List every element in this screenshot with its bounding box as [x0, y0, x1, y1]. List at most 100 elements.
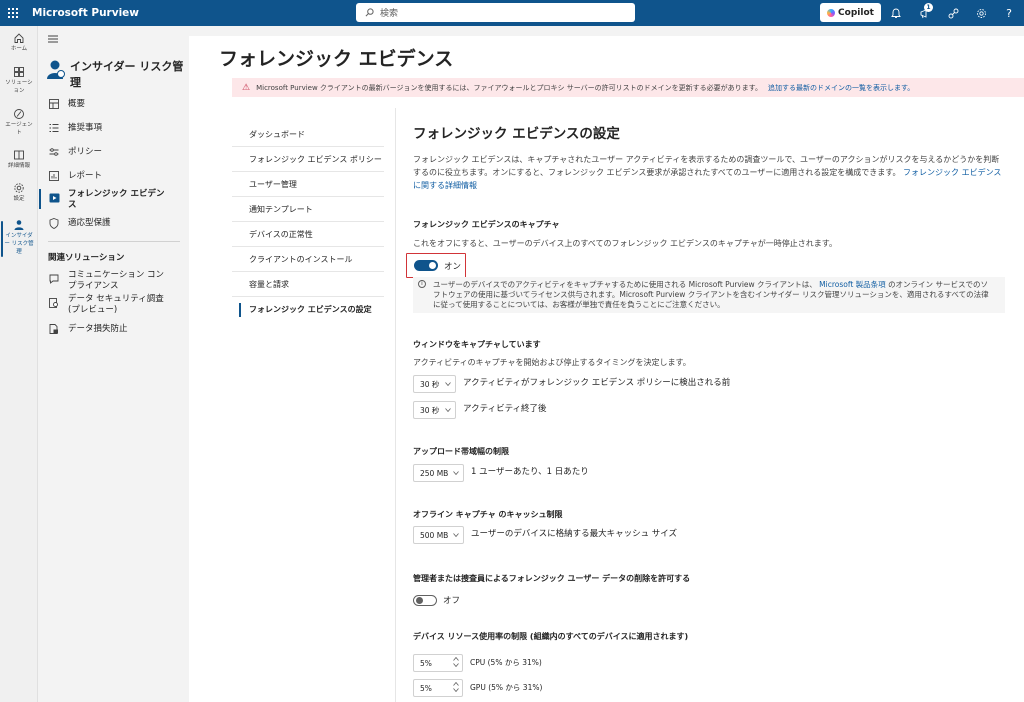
cpu-limit-label: CPU (5% から 31%)	[470, 658, 542, 667]
nav-related-heading: 関連ソリューション	[48, 253, 125, 263]
gear-icon	[14, 183, 24, 193]
copilot-label: Copilot	[838, 7, 874, 18]
cpu-limit-input[interactable]: 5%	[413, 654, 463, 672]
capture-toggle-highlight: オン	[406, 253, 466, 278]
copilot-button[interactable]: Copilot	[820, 3, 881, 22]
connections-icon[interactable]	[944, 4, 962, 22]
chevron-down-icon	[445, 382, 451, 387]
settings-description: フォレンジック エビデンスは、キャプチャされたユーザー アクティビティを表示する…	[413, 153, 1005, 192]
rail-home-label: ホーム	[10, 46, 28, 52]
subnav-item-settings[interactable]: フォレンジック エビデンスの設定	[232, 297, 384, 322]
warning-link[interactable]: 追加する最新のドメインの一覧を表示します。	[768, 83, 914, 93]
capture-heading: フォレンジック エビデンスのキャプチャ	[413, 220, 560, 229]
settings-gear-icon[interactable]	[972, 4, 990, 22]
subnav-item-device-health[interactable]: デバイスの正常性	[232, 222, 384, 247]
nav-item-adaptive-protection[interactable]: 適応型保護	[47, 217, 187, 229]
cache-dropdown[interactable]: 500 MB	[413, 526, 464, 544]
bell-icon[interactable]	[887, 4, 905, 22]
app-rail: ホーム ソリューション エージェント 詳細情報 設定 インサイダー リスク管理	[0, 26, 38, 702]
after-duration-label: アクティビティ終了後	[463, 404, 547, 414]
nav-item-label: コミュニケーション コンプライアンス	[68, 270, 165, 291]
nav-item-policies[interactable]: ポリシー	[47, 146, 187, 158]
navigation-pane: インサイダー リスク管理 概要 推奨事項 ポリシー レポート フォレンジック エ…	[38, 26, 189, 702]
nav-item-communication-compliance[interactable]: コミュニケーション コンプライアンス	[47, 269, 187, 292]
chat-icon	[47, 273, 61, 285]
chart-icon	[47, 170, 61, 182]
app-launcher-icon[interactable]	[0, 0, 26, 26]
chevron-down-icon	[453, 471, 459, 476]
nav-item-label: 概要	[68, 99, 86, 109]
nav-item-label: 推奨事項	[68, 123, 103, 133]
rail-home[interactable]: ホーム	[0, 32, 38, 53]
capture-toggle[interactable]	[414, 260, 438, 271]
bandwidth-label: 1 ユーザーあたり、1 日あたり	[471, 467, 589, 477]
bandwidth-dropdown[interactable]: 250 MB	[413, 464, 464, 482]
settings-subnav: ダッシュボード フォレンジック エビデンス ポリシー ユーザー管理 通知テンプレ…	[232, 122, 384, 322]
insider-risk-icon	[46, 59, 66, 91]
sliders-icon	[47, 146, 61, 158]
app-title[interactable]: Microsoft Purview	[32, 7, 139, 19]
cache-value: 500 MB	[420, 530, 449, 540]
spin-arrows-icon[interactable]	[453, 657, 459, 667]
product-terms-link[interactable]: Microsoft 製品条項	[819, 280, 886, 289]
top-bar: Microsoft Purview 検索 Copilot 1 ?	[0, 0, 1024, 26]
subnav-divider	[395, 108, 396, 702]
nav-item-forensic-evidence[interactable]: フォレンジック エビデンス	[39, 188, 187, 211]
copilot-icon	[827, 8, 836, 17]
capture-window-description: アクティビティのキャプチャを開始および停止するタイミングを決定します。	[413, 358, 691, 367]
warning-icon: ⚠	[242, 82, 251, 93]
nav-item-data-loss-prevention[interactable]: データ損失防止	[47, 323, 187, 335]
search-input[interactable]: 検索	[356, 3, 635, 22]
investigation-icon	[47, 297, 61, 309]
hamburger-menu-icon[interactable]	[48, 35, 58, 46]
nav-item-reports[interactable]: レポート	[47, 170, 187, 182]
cpu-limit-value: 5%	[420, 658, 432, 668]
capture-toggle-label: オン	[444, 261, 462, 272]
nav-item-recommendations[interactable]: 推奨事項	[47, 122, 187, 134]
spin-arrows-icon[interactable]	[453, 682, 459, 692]
nav-item-data-security-investigation[interactable]: データ セキュリティ調査 (プレビュー)	[47, 293, 187, 316]
rail-agents[interactable]: エージェント	[0, 108, 38, 137]
subnav-item-notification-templates[interactable]: 通知テンプレート	[232, 197, 384, 222]
delete-heading: 管理者または捜査員によるフォレンジック ユーザー データの削除を許可する	[413, 574, 691, 583]
gpu-limit-input[interactable]: 5%	[413, 679, 463, 697]
nav-item-overview[interactable]: 概要	[47, 98, 187, 110]
help-icon[interactable]: ?	[1000, 4, 1018, 22]
subnav-item-capacity-billing[interactable]: 容量と請求	[232, 272, 384, 297]
nav-divider	[48, 241, 180, 242]
search-icon	[365, 8, 374, 17]
rail-solutions-label: ソリューション	[5, 80, 33, 94]
capture-window-heading: ウィンドウをキャプチャしています	[413, 340, 541, 349]
shield-icon	[47, 217, 61, 229]
resource-heading: デバイス リソース使用率の制限 (組織内のすべてのデバイスに適用されます)	[413, 632, 689, 641]
megaphone-icon[interactable]: 1	[915, 3, 933, 22]
nav-title: インサイダー リスク管理	[70, 60, 184, 89]
nav-item-label: ポリシー	[68, 147, 103, 157]
gpu-limit-value: 5%	[420, 683, 432, 693]
before-duration-dropdown[interactable]: 30 秒	[413, 375, 456, 393]
subnav-item-user-management[interactable]: ユーザー管理	[232, 172, 384, 197]
checklist-icon	[47, 122, 61, 134]
apps-icon	[14, 67, 24, 77]
rail-settings[interactable]: 設定	[0, 182, 38, 203]
after-duration-dropdown[interactable]: 30 秒	[413, 401, 456, 419]
cache-label: ユーザーのデバイスに格納する最大キャッシュ サイズ	[471, 529, 678, 539]
nav-item-label: データ セキュリティ調査 (プレビュー)	[68, 294, 164, 315]
rail-learn[interactable]: 詳細情報	[0, 149, 38, 170]
delete-toggle-row: オフ	[413, 594, 460, 606]
document-lock-icon	[47, 323, 61, 335]
rail-insider-risk[interactable]: インサイダー リスク管理	[0, 219, 38, 257]
nav-item-label: 適応型保護	[68, 218, 111, 228]
notification-badge: 1	[924, 3, 933, 12]
subnav-item-client-install[interactable]: クライアントのインストール	[232, 247, 384, 272]
settings-title: フォレンジック エビデンスの設定	[413, 126, 620, 142]
agent-icon	[14, 109, 24, 119]
person-icon	[14, 220, 24, 230]
delete-toggle[interactable]	[413, 594, 437, 606]
nav-item-label: フォレンジック エビデンス	[68, 189, 165, 210]
subnav-item-dashboard[interactable]: ダッシュボード	[232, 122, 384, 147]
overview-icon	[47, 98, 61, 110]
subnav-item-policies[interactable]: フォレンジック エビデンス ポリシー	[232, 147, 384, 172]
rail-solutions[interactable]: ソリューション	[0, 66, 38, 95]
capture-description: これをオフにすると、ユーザーのデバイス上のすべてのフォレンジック エビデンスのキ…	[413, 239, 837, 248]
